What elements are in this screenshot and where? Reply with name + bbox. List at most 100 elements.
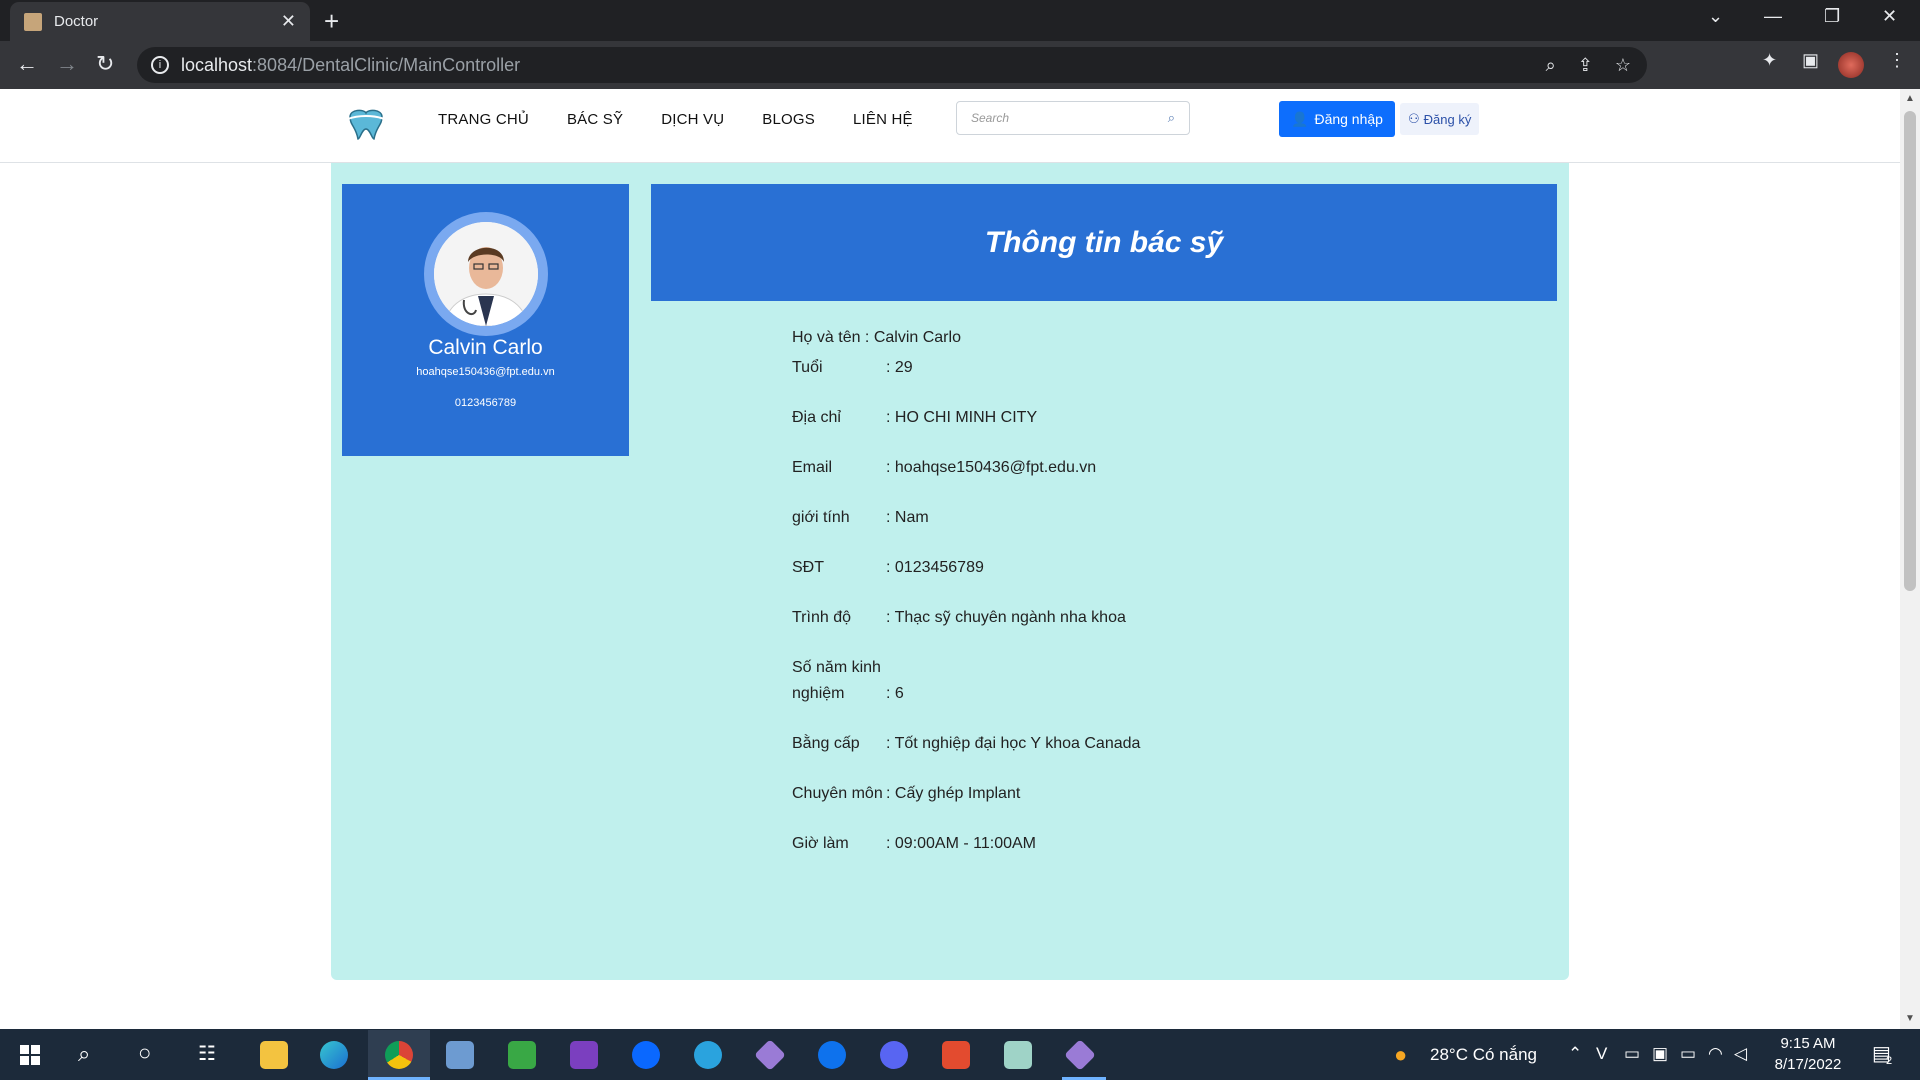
window-close-icon[interactable]: ✕ <box>1882 6 1897 27</box>
scroll-down-icon[interactable]: ▼ <box>1905 1013 1915 1024</box>
side-panel-icon[interactable]: ▣ <box>1802 50 1819 71</box>
menu-item-contact[interactable]: LIÊN HỆ <box>853 111 913 128</box>
register-button[interactable]: ⚇ Đăng ký <box>1400 103 1480 135</box>
cortana-icon[interactable]: ○ <box>138 1040 151 1066</box>
search-taskbar-icon[interactable]: ⌕ <box>78 1041 90 1067</box>
info-value: : Nam <box>886 509 929 526</box>
zalo-icon[interactable] <box>632 1041 660 1069</box>
weather-sun-icon[interactable]: ● <box>1394 1042 1407 1068</box>
user-icon: 👤 <box>1291 110 1309 127</box>
scroll-up-icon[interactable]: ▲ <box>1905 93 1915 104</box>
teamviewer-icon[interactable] <box>818 1041 846 1069</box>
sql-tool-icon[interactable] <box>508 1041 536 1069</box>
info-label: Giờ làm <box>792 835 849 852</box>
site-info-icon[interactable]: i <box>151 56 169 74</box>
task-view-icon[interactable]: ☷ <box>198 1041 216 1066</box>
share-icon[interactable]: ⇪ <box>1578 55 1593 76</box>
address-bar[interactable]: i localhost:8084/DentalClinic/MainContro… <box>137 47 1647 83</box>
search-placeholder: Search <box>971 111 1010 125</box>
forward-icon[interactable]: → <box>56 51 78 77</box>
profile-avatar-icon[interactable] <box>1838 52 1864 78</box>
meet-icon[interactable]: ▭ <box>1624 1044 1640 1064</box>
banner-title: Thông tin bác sỹ <box>984 225 1224 259</box>
browser-tab[interactable]: Doctor ✕ <box>10 2 310 41</box>
battery-icon[interactable]: ▭ <box>1680 1044 1696 1064</box>
tooth-logo-icon[interactable] <box>346 107 386 141</box>
info-label: Địa chỉ <box>792 409 841 426</box>
tray-chevron-icon[interactable]: ⌃ <box>1568 1044 1582 1064</box>
tab-close-icon[interactable]: ✕ <box>281 11 296 32</box>
visual-studio-icon[interactable] <box>570 1041 598 1069</box>
info-row-level: Trình độ : Thạc sỹ chuyên ngành nha khoa <box>792 605 1392 631</box>
info-row-age: Tuổi : 29 <box>792 355 1392 381</box>
info-value: : 0123456789 <box>886 559 984 576</box>
file-explorer-icon[interactable] <box>260 1041 288 1069</box>
tab-favicon-icon <box>24 12 42 31</box>
volume-icon[interactable]: ◁ <box>1734 1044 1747 1064</box>
info-value: : hoahqse150436@fpt.edu.vn <box>886 459 1097 476</box>
info-value: : HO CHI MINH CITY <box>886 409 1038 426</box>
restore-icon[interactable]: ❐ <box>1824 6 1840 27</box>
minimize-icon[interactable]: — <box>1764 6 1782 27</box>
info-value: : 09:00AM - 11:00AM <box>886 835 1036 852</box>
info-row-email: Email : hoahqse150436@fpt.edu.vn <box>792 455 1392 481</box>
search-input[interactable]: Search ⌕ <box>956 101 1190 135</box>
tray-app-icon[interactable]: V <box>1596 1044 1607 1064</box>
tab-title: Doctor <box>54 13 99 30</box>
tab-search-icon[interactable]: ⌄ <box>1708 6 1723 27</box>
info-banner: Thông tin bác sỹ <box>651 184 1557 301</box>
info-value: : Tốt nghiệp đại học Y khoa Canada <box>886 735 1141 752</box>
windows-taskbar: ⌕ ○ ☷ ● 28°C Có nắng ⌃ V ▭ ▣ ▭ ◠ ◁ 9:15 … <box>0 1029 1920 1080</box>
windows-start-icon[interactable] <box>20 1045 40 1065</box>
extensions-icon[interactable]: ✦ <box>1762 50 1777 71</box>
weather-text[interactable]: 28°C Có nắng <box>1430 1045 1537 1065</box>
profile-email: hoahqse150436@fpt.edu.vn <box>416 366 555 378</box>
url-path: :8084/DentalClinic/MainController <box>252 54 521 75</box>
menu-item-blogs[interactable]: BLOGS <box>762 111 815 128</box>
zoom-icon[interactable]: ⌕ <box>1546 55 1556 76</box>
menu-item-services[interactable]: DỊCH VỤ <box>661 111 724 128</box>
browser-toolbar: ← → ↻ i localhost:8084/DentalClinic/Main… <box>0 41 1920 89</box>
git-client-icon[interactable] <box>1064 1039 1096 1071</box>
profile-phone: 0123456789 <box>454 397 517 409</box>
new-tab-icon[interactable]: + <box>324 6 339 37</box>
register-label: Đăng ký <box>1423 111 1472 127</box>
info-label: Trình độ <box>792 609 851 626</box>
telegram-icon[interactable] <box>694 1041 722 1069</box>
info-row-degree: Bằng cấp : Tốt nghiệp đại học Y khoa Can… <box>792 731 1392 757</box>
reload-icon[interactable]: ↻ <box>96 51 114 77</box>
page-scrollbar[interactable]: ▲ ▼ <box>1900 89 1920 1029</box>
full-name-line: Họ và tên : Calvin Carlo <box>792 329 961 346</box>
add-user-icon: ⚇ <box>1408 111 1420 126</box>
wifi-icon[interactable]: ◠ <box>1708 1044 1723 1064</box>
info-value: : Thạc sỹ chuyên ngành nha khoa <box>886 609 1126 626</box>
menu-item-doctors[interactable]: BÁC SỸ <box>567 111 623 128</box>
menu-kebab-icon[interactable]: ⋮ <box>1888 50 1906 71</box>
info-row-working-hours: Giờ làm : 09:00AM - 11:00AM <box>792 831 1392 857</box>
clock-date: 8/17/2022 <box>1774 1056 1842 1073</box>
info-row-phone: SĐT : 0123456789 <box>792 555 1392 581</box>
menu-item-home[interactable]: TRANG CHỦ <box>438 111 529 128</box>
login-label: Đăng nhập <box>1314 111 1383 127</box>
main-menu: TRANG CHỦ BÁC SỸ DỊCH VỤ BLOGS LIÊN HỆ <box>438 111 913 128</box>
login-button[interactable]: 👤 Đăng nhập <box>1279 101 1395 137</box>
search-icon[interactable]: ⌕ <box>1168 110 1175 126</box>
profile-name: Calvin Carlo <box>428 336 543 359</box>
display-icon[interactable]: ▣ <box>1652 1044 1668 1064</box>
info-label: Chuyên môn <box>792 785 883 802</box>
web-page: TRANG CHỦ BÁC SỸ DỊCH VỤ BLOGS LIÊN HỆ S… <box>0 89 1900 1029</box>
info-row-specialty: Chuyên môn : Cấy ghép Implant <box>792 781 1392 807</box>
clock-time: 9:15 AM <box>1780 1035 1836 1052</box>
scrollbar-thumb[interactable] <box>1904 111 1916 591</box>
doctor-photo <box>434 222 538 326</box>
virtualbox-icon[interactable] <box>446 1041 474 1069</box>
git-tool-icon[interactable] <box>754 1039 786 1071</box>
system-clock[interactable]: 9:15 AM 8/17/2022 <box>1758 1033 1858 1075</box>
notes-app-icon[interactable] <box>1004 1041 1032 1069</box>
bookmark-star-icon[interactable]: ☆ <box>1615 55 1631 76</box>
edge-icon[interactable] <box>320 1041 348 1069</box>
discord-icon[interactable] <box>880 1041 908 1069</box>
snipping-tool-icon[interactable] <box>942 1041 970 1069</box>
chrome-icon[interactable] <box>385 1041 413 1069</box>
back-icon[interactable]: ← <box>16 51 38 77</box>
